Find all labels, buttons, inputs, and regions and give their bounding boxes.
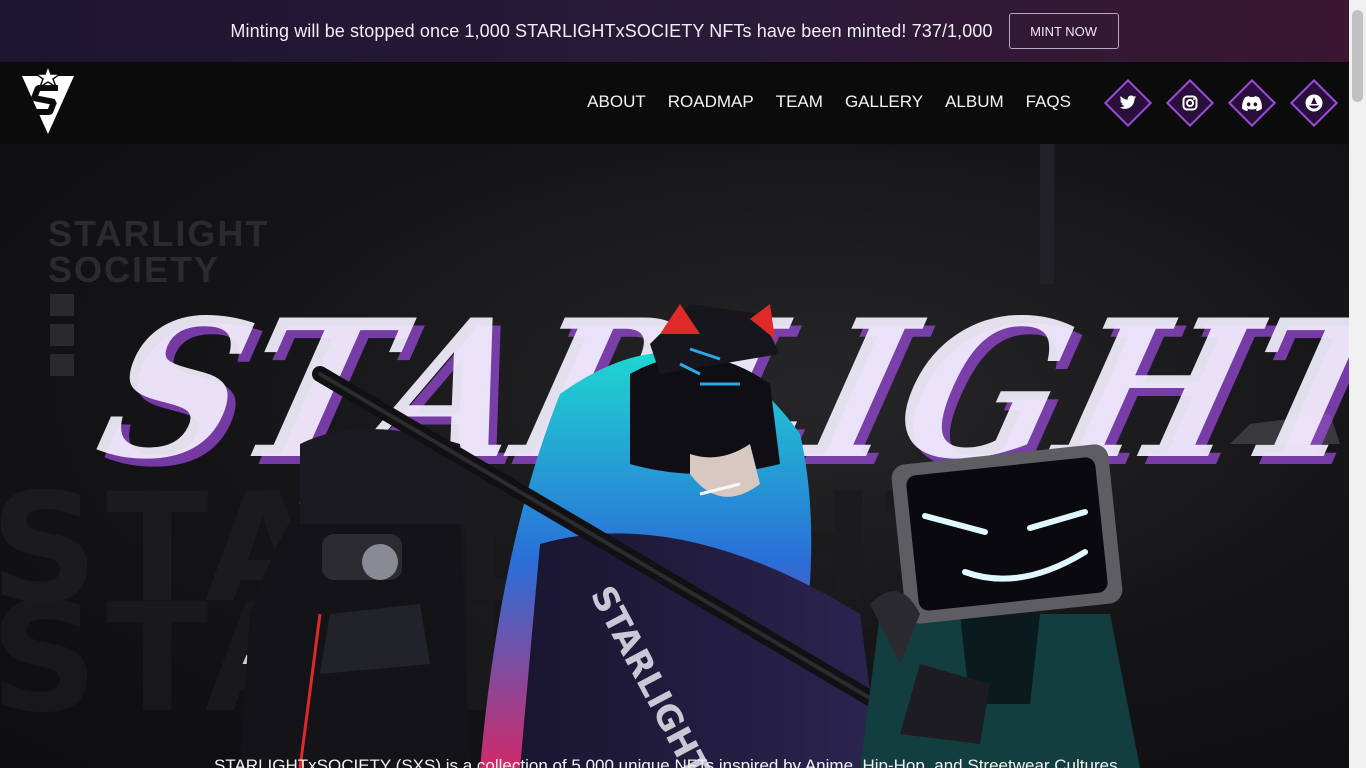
character-tv-head: [860, 444, 1140, 768]
opensea-button[interactable]: [1289, 78, 1339, 128]
nav-link-album[interactable]: ALBUM: [945, 92, 1004, 112]
hero-section: STARLIGHT STARLIGHT STARLIGHT SOCIETY ST…: [0, 144, 1349, 768]
page-scrollbar[interactable]: [1349, 0, 1366, 768]
nav-link-about[interactable]: ABOUT: [587, 92, 646, 112]
discord-button[interactable]: [1227, 78, 1277, 128]
discord-icon: [1242, 95, 1262, 111]
hero-description: STARLIGHTxSOCIETY (SXS) is a collection …: [214, 756, 1123, 768]
social-links: [1103, 78, 1339, 128]
mint-banner: Minting will be stopped once 1,000 STARL…: [0, 0, 1349, 62]
site-header: ABOUT ROADMAP TEAM GALLERY ALBUM FAQS: [0, 62, 1349, 144]
mint-now-button[interactable]: MINT NOW: [1008, 13, 1119, 49]
opensea-icon: [1305, 94, 1323, 112]
nav-link-team[interactable]: TEAM: [776, 92, 823, 112]
twitter-icon: [1119, 95, 1137, 109]
instagram-icon: [1182, 95, 1198, 111]
nav-link-gallery[interactable]: GALLERY: [845, 92, 923, 112]
logo-icon[interactable]: [20, 66, 76, 136]
mint-progress-text: Minting will be stopped once 1,000 STARL…: [230, 20, 993, 41]
scrollbar-thumb[interactable]: [1352, 10, 1363, 102]
twitter-button[interactable]: [1103, 78, 1153, 128]
nav-link-faqs[interactable]: FAQS: [1026, 92, 1071, 112]
main-nav: ABOUT ROADMAP TEAM GALLERY ALBUM FAQS: [587, 92, 1071, 112]
nav-link-roadmap[interactable]: ROADMAP: [668, 92, 754, 112]
hero-artwork: STARLIGHT STARLIGHT X STARLIGHT: [81, 144, 1349, 768]
instagram-button[interactable]: [1165, 78, 1215, 128]
